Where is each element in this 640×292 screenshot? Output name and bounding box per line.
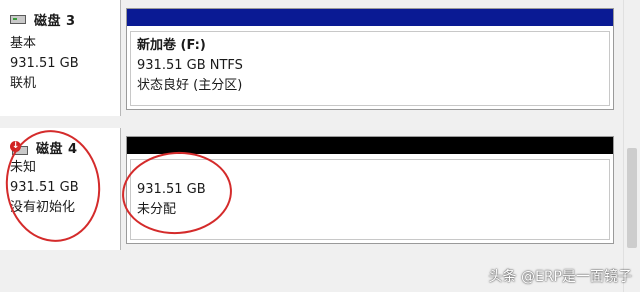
disk-3-status: 联机 [10,76,37,91]
disk-3-size: 931.51 GB [10,56,79,71]
unallocated-size: 931.51 GB [137,182,206,197]
disk-4-info-panel[interactable]: ↓ 磁盘 4 未知 931.51 GB 没有初始化 [0,128,121,250]
unallocated-details: 931.51 GB 未分配 [130,159,610,240]
watermark: 头条 @ERP是一面镜子 [488,269,632,285]
disk-4-type: 未知 [10,160,37,175]
volume-f-details: 新加卷 (F:) 931.51 GB NTFS 状态良好 (主分区) [130,31,610,106]
disk-3-info-panel[interactable]: 磁盘 3 基本 931.51 GB 联机 [0,0,121,116]
unallocated-status: 未分配 [137,202,177,217]
disk-3-type: 基本 [10,36,37,51]
disk-4-size: 931.51 GB [10,180,79,195]
disk-3-row: 磁盘 3 基本 931.51 GB 联机 新加卷 (F:) 931.51 GB … [0,0,622,116]
disk-4-status: 没有初始化 [10,200,76,215]
volume-f-name: 新加卷 (F:) [137,38,206,53]
disk-icon [10,15,26,24]
disk-3-title: 磁盘 3 [10,10,76,29]
unallocated-bar [127,137,613,154]
disk-4-row: ↓ 磁盘 4 未知 931.51 GB 没有初始化 931.51 GB 未分配 [0,128,622,250]
disk-4-title: ↓ 磁盘 4 [10,138,78,157]
disk-error-icon: ↓ [10,140,28,155]
vertical-scrollbar[interactable] [623,0,640,292]
primary-partition-bar [127,9,613,26]
disk-4-name: 磁盘 4 [36,142,78,157]
volume-f-size-fs: 931.51 GB NTFS [137,58,243,73]
disk-3-name: 磁盘 3 [34,14,76,29]
scrollbar-thumb[interactable] [627,148,637,248]
volume-f-block[interactable]: 新加卷 (F:) 931.51 GB NTFS 状态良好 (主分区) [126,8,614,110]
unallocated-block[interactable]: 931.51 GB 未分配 [126,136,614,244]
volume-f-status: 状态良好 (主分区) [137,78,243,93]
